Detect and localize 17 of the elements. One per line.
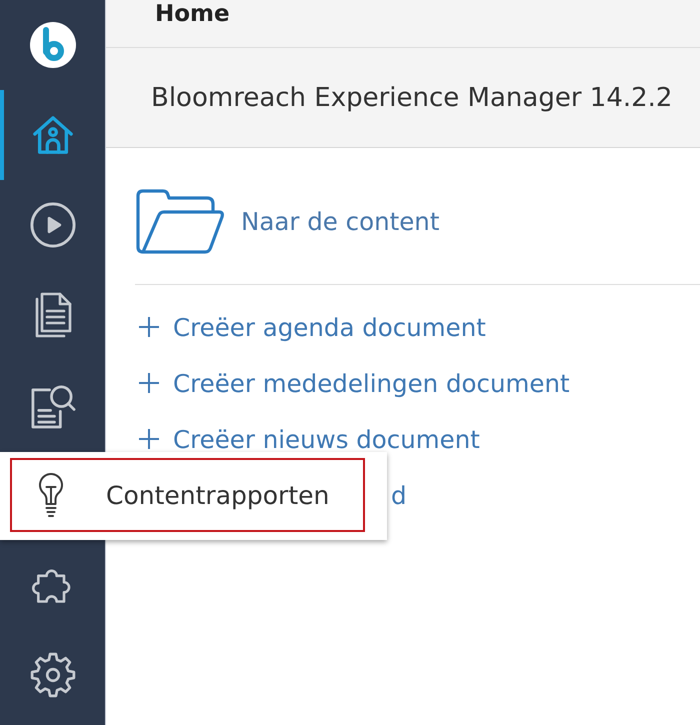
plus-icon <box>138 372 160 394</box>
create-link[interactable]: Creëer agenda document <box>135 312 486 342</box>
page-title: Home <box>155 0 230 28</box>
content-link[interactable]: Naar de content <box>135 188 440 255</box>
play-icon[interactable] <box>30 202 76 248</box>
settings-icon[interactable] <box>30 652 76 698</box>
plus-icon <box>138 316 160 338</box>
plus-icon <box>138 428 160 450</box>
document-icon[interactable] <box>32 292 72 338</box>
menu-item[interactable]: Contentrapporten <box>10 458 365 532</box>
version-text: Bloomreach Experience Manager 14.2.2 <box>151 82 672 112</box>
create-link[interactable]: Creëer nieuws document <box>135 424 480 454</box>
create-link[interactable]: Creëer mededelingen document <box>135 368 570 398</box>
logo-icon <box>30 22 76 68</box>
folder-icon <box>135 188 225 255</box>
link[interactable]: d <box>391 480 407 510</box>
home-icon[interactable] <box>32 114 74 156</box>
